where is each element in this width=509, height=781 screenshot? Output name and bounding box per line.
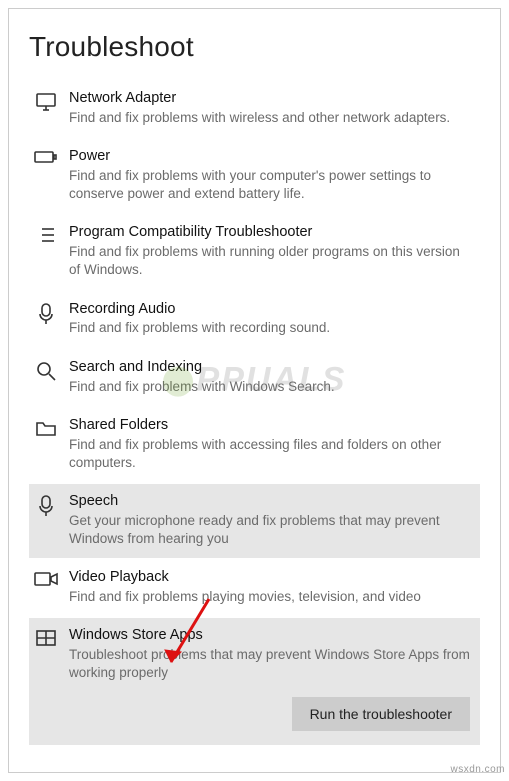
troubleshoot-item-program-compatibility-troubleshooter[interactable]: Program Compatibility TroubleshooterFind… <box>29 215 480 289</box>
mic-icon <box>33 302 59 326</box>
item-title: Network Adapter <box>69 89 474 108</box>
troubleshoot-item-search-and-indexing[interactable]: Search and IndexingFind and fix problems… <box>29 350 480 406</box>
video-icon <box>33 570 59 588</box>
item-title: Windows Store Apps <box>69 626 474 645</box>
item-title: Shared Folders <box>69 416 474 435</box>
run-troubleshooter-button[interactable]: Run the troubleshooter <box>292 697 470 731</box>
store-icon <box>33 628 59 648</box>
folder-icon <box>33 418 59 438</box>
item-title: Video Playback <box>69 568 474 587</box>
item-title: Program Compatibility Troubleshooter <box>69 223 474 242</box>
item-description: Find and fix problems playing movies, te… <box>69 588 474 606</box>
item-title: Power <box>69 147 474 166</box>
item-description: Get your microphone ready and fix proble… <box>69 512 474 548</box>
troubleshoot-item-windows-store-apps[interactable]: Windows Store AppsTroubleshoot problems … <box>29 618 480 744</box>
item-description: Find and fix problems with your computer… <box>69 167 474 203</box>
monitor-icon <box>33 91 59 113</box>
item-description: Troubleshoot problems that may prevent W… <box>69 646 474 682</box>
item-title: Recording Audio <box>69 300 474 319</box>
mic-icon <box>33 494 59 518</box>
page-title: Troubleshoot <box>29 31 480 63</box>
item-description: Find and fix problems with accessing fil… <box>69 436 474 472</box>
list-icon <box>33 225 59 245</box>
troubleshoot-item-power[interactable]: PowerFind and fix problems with your com… <box>29 139 480 213</box>
search-icon <box>33 360 59 382</box>
troubleshoot-item-network-adapter[interactable]: Network AdapterFind and fix problems wit… <box>29 81 480 137</box>
item-title: Speech <box>69 492 474 511</box>
site-credit: wsxdn.com <box>450 764 505 775</box>
item-description: Find and fix problems with wireless and … <box>69 109 474 127</box>
troubleshoot-item-video-playback[interactable]: Video PlaybackFind and fix problems play… <box>29 560 480 616</box>
troubleshoot-item-recording-audio[interactable]: Recording AudioFind and fix problems wit… <box>29 292 480 348</box>
troubleshoot-item-shared-folders[interactable]: Shared FoldersFind and fix problems with… <box>29 408 480 482</box>
item-description: Find and fix problems with Windows Searc… <box>69 378 474 396</box>
item-description: Find and fix problems with running older… <box>69 243 474 279</box>
troubleshoot-item-speech[interactable]: SpeechGet your microphone ready and fix … <box>29 484 480 558</box>
item-title: Search and Indexing <box>69 358 474 377</box>
battery-icon <box>33 149 59 165</box>
item-description: Find and fix problems with recording sou… <box>69 319 474 337</box>
